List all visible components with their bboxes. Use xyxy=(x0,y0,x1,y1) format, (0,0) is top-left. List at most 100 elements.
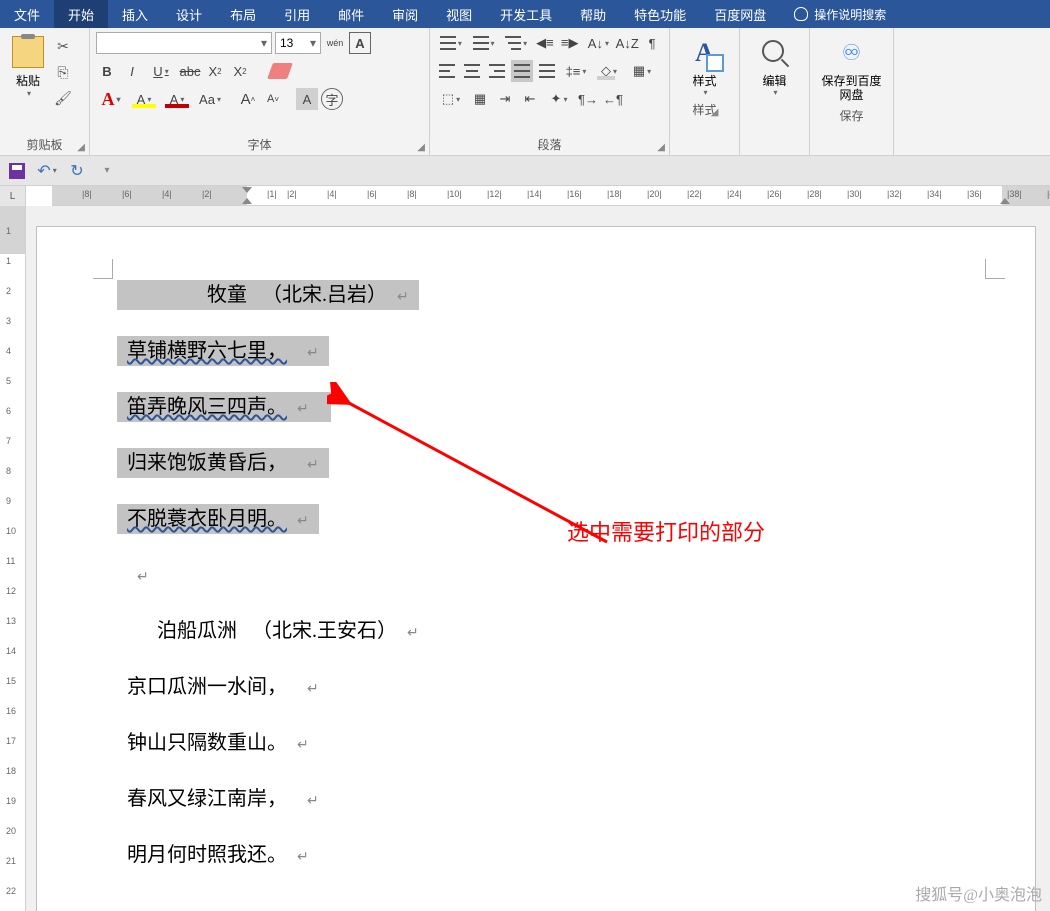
styles-button[interactable]: A 样式 ▾ xyxy=(688,32,722,97)
return-mark: ↵ xyxy=(397,290,409,305)
snap-grid-button[interactable]: ▦ xyxy=(469,88,491,110)
document-area: 112345678910111213141516171819202122 牧童 … xyxy=(0,206,1050,911)
clipboard-launcher[interactable]: ◢ xyxy=(77,142,85,153)
align-center-button[interactable] xyxy=(461,60,483,82)
paste-icon xyxy=(12,36,44,68)
font-name-combo[interactable]: ▾ xyxy=(96,32,272,54)
poem1-title: 牧童 xyxy=(207,284,247,306)
paste-button[interactable]: 粘贴 ▾ xyxy=(6,32,50,98)
menu-home[interactable]: 开始 xyxy=(54,0,108,28)
styles-icon: A xyxy=(688,36,722,70)
underline-button[interactable]: U▾ xyxy=(146,60,176,82)
distributed-button[interactable] xyxy=(536,60,558,82)
menu-baidu[interactable]: 百度网盘 xyxy=(700,0,780,28)
poem2-title: 泊船瓜洲 xyxy=(157,620,237,642)
asian-layout-button[interactable]: ✦▾ xyxy=(544,88,574,110)
text-direction-button[interactable]: A↓▾ xyxy=(584,32,614,54)
menu-insert[interactable]: 插入 xyxy=(108,0,162,28)
poem1-line2: 笛弄晚风三四声。 xyxy=(127,396,287,418)
menu-special[interactable]: 特色功能 xyxy=(620,0,700,28)
menu-file[interactable]: 文件 xyxy=(0,0,54,28)
redo-button[interactable]: ↻ xyxy=(68,162,86,180)
group-save: ♾ 保存到百度网盘 保存 xyxy=(810,28,894,155)
save-baidu-button[interactable]: ♾ 保存到百度网盘 xyxy=(816,32,887,103)
strikethrough-button[interactable]: abc xyxy=(179,60,201,82)
menu-design[interactable]: 设计 xyxy=(162,0,216,28)
increase-indent-button[interactable]: ≡▶ xyxy=(559,32,581,54)
enclose-char-button[interactable]: 字 xyxy=(321,88,343,110)
annotation-text: 选中需要打印的部分 xyxy=(567,515,765,547)
grow-font-button[interactable]: A˄ xyxy=(237,88,259,110)
show-marks-button[interactable]: ¶ xyxy=(641,32,663,54)
borders-button[interactable]: ▦▾ xyxy=(627,60,657,82)
paragraph-launcher[interactable]: ◢ xyxy=(657,142,665,153)
tab-selector[interactable]: L xyxy=(0,186,26,206)
change-case-button[interactable]: Aa▾ xyxy=(195,88,225,110)
clipboard-group-label: 剪贴板 ◢ xyxy=(6,132,83,155)
menu-references[interactable]: 引用 xyxy=(270,0,324,28)
bold-button[interactable]: B xyxy=(96,60,118,82)
indent-left-button[interactable]: ⇤ xyxy=(519,88,541,110)
highlight-button[interactable]: A▾ xyxy=(129,88,159,110)
ltr-button[interactable]: ¶→ xyxy=(577,88,599,110)
paragraph-group-label: 段落 ◢ xyxy=(436,132,663,155)
multilevel-button[interactable]: ▾ xyxy=(501,32,531,54)
align-right-button[interactable] xyxy=(486,60,508,82)
menu-help[interactable]: 帮助 xyxy=(566,0,620,28)
font-color-button[interactable]: A▾ xyxy=(162,88,192,110)
save-group-label: 保存 xyxy=(839,103,863,126)
undo-button[interactable]: ↶ ▾ xyxy=(38,162,56,180)
group-styles: A 样式 ▾ 样式 ◢ xyxy=(670,28,740,155)
text-effects-button[interactable]: A▾ xyxy=(96,88,126,110)
paste-dropdown[interactable]: ▾ xyxy=(27,89,31,98)
qat-customize[interactable]: ▾ xyxy=(98,162,116,180)
sort-button[interactable]: A↓Z xyxy=(616,32,638,54)
font-launcher[interactable]: ◢ xyxy=(417,142,425,153)
bullets-button[interactable]: ▾ xyxy=(436,32,466,54)
numbering-button[interactable]: ▾ xyxy=(469,32,499,54)
align-justify-button[interactable] xyxy=(511,60,533,82)
eraser-button[interactable] xyxy=(269,60,291,82)
char-shading-button[interactable]: A xyxy=(296,88,318,110)
menu-review[interactable]: 审阅 xyxy=(378,0,432,28)
char-border-button[interactable]: A xyxy=(349,32,371,54)
baidu-icon: ♾ xyxy=(835,36,869,70)
ribbon: 粘贴 ▾ ✂ ⎘ 🖌 剪贴板 ◢ ▾ xyxy=(0,28,1050,156)
fill-button[interactable]: ⬚▾ xyxy=(436,88,466,110)
editing-label: 编辑 xyxy=(762,74,786,88)
poem2-line4: 明月何时照我还。 xyxy=(127,844,287,866)
menu-bar: 文件 开始 插入 设计 布局 引用 邮件 审阅 视图 开发工具 帮助 特色功能 … xyxy=(0,0,1050,28)
save-button[interactable] xyxy=(8,162,26,180)
shrink-font-button[interactable]: A˅ xyxy=(262,88,284,110)
editing-button[interactable]: 编辑 ▾ xyxy=(758,32,792,97)
menu-developer[interactable]: 开发工具 xyxy=(486,0,566,28)
align-left-button[interactable] xyxy=(436,60,458,82)
format-painter-button[interactable]: 🖌 xyxy=(54,90,72,108)
line-spacing-button[interactable]: ‡≡▾ xyxy=(561,60,591,82)
horizontal-ruler[interactable]: |8||6||4||2||1||2||4||6||8||10||12||14||… xyxy=(52,186,1050,206)
vertical-ruler[interactable]: 112345678910111213141516171819202122 xyxy=(0,206,26,911)
tell-me-label: 操作说明搜索 xyxy=(814,6,886,23)
tab-button[interactable]: ⇥ xyxy=(494,88,516,110)
rtl-button[interactable]: ←¶ xyxy=(602,88,624,110)
subscript-button[interactable]: X2 xyxy=(204,60,226,82)
document-page[interactable]: 牧童 （北宋.吕岩）↵ 草铺横野六七里， ↵ 笛弄晚风三四声。↵ 归来饱饭黄昏后… xyxy=(36,226,1036,911)
menu-mailings[interactable]: 邮件 xyxy=(324,0,378,28)
copy-button[interactable]: ⎘ xyxy=(54,64,72,82)
poem1-author: （北宋.吕岩） xyxy=(262,284,387,306)
superscript-button[interactable]: X2 xyxy=(229,60,251,82)
font-size-combo[interactable]: 13▾ xyxy=(275,32,321,54)
phonetic-guide-button[interactable]: wén xyxy=(324,32,346,54)
group-editing: 编辑 ▾ xyxy=(740,28,810,155)
menu-view[interactable]: 视图 xyxy=(432,0,486,28)
paste-label: 粘贴 xyxy=(16,72,40,89)
shading-button[interactable]: ◇▾ xyxy=(594,60,624,82)
cut-button[interactable]: ✂ xyxy=(54,38,72,56)
styles-launcher[interactable]: ◢ xyxy=(711,107,719,118)
decrease-indent-button[interactable]: ◀≡ xyxy=(534,32,556,54)
lightbulb-icon xyxy=(794,7,808,21)
menu-layout[interactable]: 布局 xyxy=(216,0,270,28)
tell-me-search[interactable]: 操作说明搜索 xyxy=(780,0,900,28)
poem1-line1: 草铺横野六七里， xyxy=(127,340,287,362)
italic-button[interactable]: I xyxy=(121,60,143,82)
